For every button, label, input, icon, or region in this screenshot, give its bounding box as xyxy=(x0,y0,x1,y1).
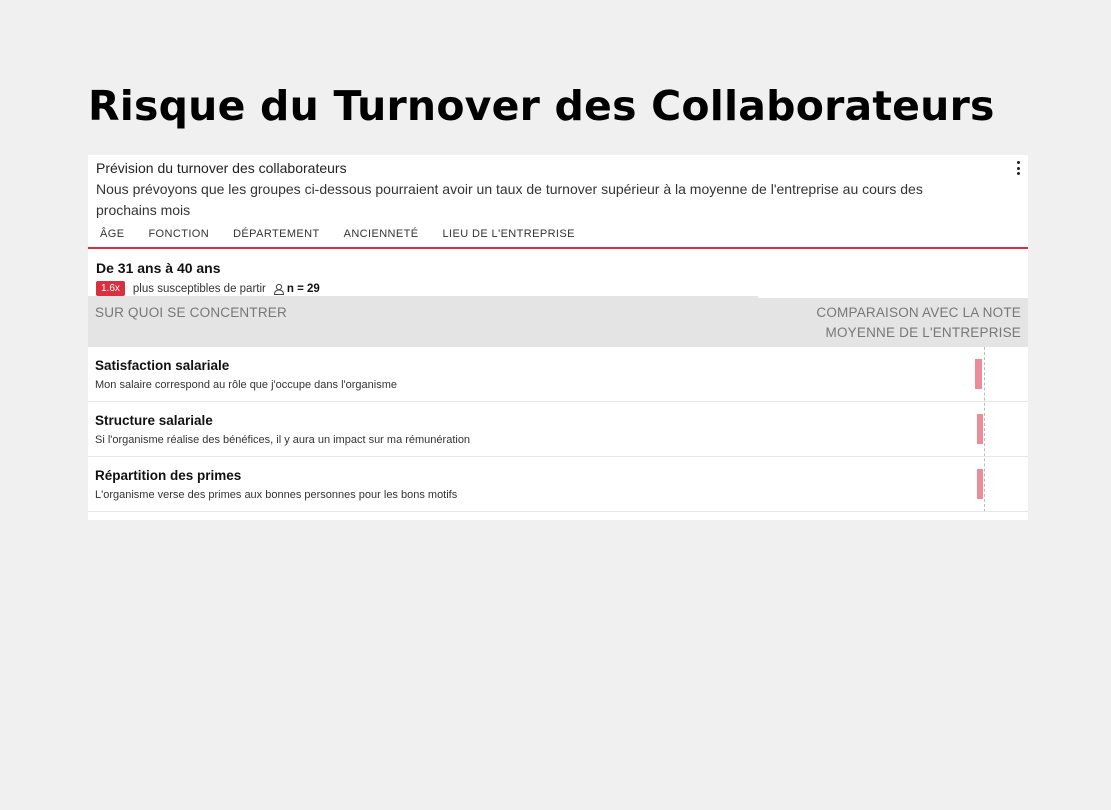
focus-item[interactable]: Satisfaction salariale Mon salaire corre… xyxy=(88,347,1028,402)
comparison-bar xyxy=(977,414,983,444)
focus-item[interactable]: Répartition des primes L'organisme verse… xyxy=(88,457,1028,512)
item-title: Satisfaction salariale xyxy=(95,358,230,373)
likelihood-text: plus susceptibles de partir xyxy=(132,282,266,295)
person-icon xyxy=(273,283,285,295)
tab-departement[interactable]: DÉPARTEMENT xyxy=(221,228,332,247)
risk-multiplier-badge: 1.6x xyxy=(96,281,125,296)
focus-header: SUR QUOI SE CONCENTRER COMPARAISON AVEC … xyxy=(88,296,1028,347)
focus-right-header-line1: COMPARAISON AVEC LA NOTE xyxy=(816,305,1021,320)
comparison-bar xyxy=(975,359,982,389)
kebab-menu-icon[interactable] xyxy=(1014,161,1022,175)
group-title: De 31 ans à 40 ans xyxy=(96,260,221,276)
tab-fonction[interactable]: FONCTION xyxy=(136,228,221,247)
kebab-dot xyxy=(1016,166,1020,170)
card-title: Prévision du turnover des collaborateurs xyxy=(96,160,347,176)
focus-item[interactable]: Structure salariale Si l'organisme réali… xyxy=(88,402,1028,457)
focus-right-header-line2: MOYENNE DE L'ENTREPRISE xyxy=(825,325,1021,340)
card-description: Nous prévoyons que les groupes ci-dessou… xyxy=(96,181,923,218)
risk-group: De 31 ans à 40 ans 1.6x plus susceptible… xyxy=(88,249,1028,296)
header-notch xyxy=(758,296,1028,298)
focus-left-header: SUR QUOI SE CONCENTRER xyxy=(95,305,287,320)
item-description: Mon salaire correspond au rôle que j'occ… xyxy=(95,379,397,391)
page-title: Risque du Turnover des Collaborateurs xyxy=(88,82,995,130)
tab-anciennete[interactable]: ANCIENNETÉ xyxy=(332,228,431,247)
kebab-dot xyxy=(1016,161,1020,164)
item-description: Si l'organisme réalise des bénéfices, il… xyxy=(95,434,471,446)
turnover-forecast-card: Prévision du turnover des collaborateurs… xyxy=(88,155,1028,520)
tab-bar: ÂGE FONCTION DÉPARTEMENT ANCIENNETÉ LIEU… xyxy=(88,221,1028,249)
card-header: Prévision du turnover des collaborateurs… xyxy=(88,155,1028,221)
sample-size: n = 29 xyxy=(286,282,320,295)
focus-items: Satisfaction salariale Mon salaire corre… xyxy=(88,347,1028,512)
comparison-bar xyxy=(977,469,983,499)
item-description: L'organisme verse des primes aux bonnes … xyxy=(95,489,458,501)
kebab-dot xyxy=(1016,172,1020,175)
focus-right-header: COMPARAISON AVEC LA NOTE MOYENNE DE L'EN… xyxy=(816,303,1021,347)
tab-age[interactable]: ÂGE xyxy=(88,228,137,249)
group-meta: 1.6x plus susceptibles de partir n = 29 xyxy=(96,281,1020,296)
tab-lieu-entreprise[interactable]: LIEU DE L'ENTREPRISE xyxy=(431,228,587,247)
item-title: Répartition des primes xyxy=(95,468,242,483)
item-title: Structure salariale xyxy=(95,413,213,428)
